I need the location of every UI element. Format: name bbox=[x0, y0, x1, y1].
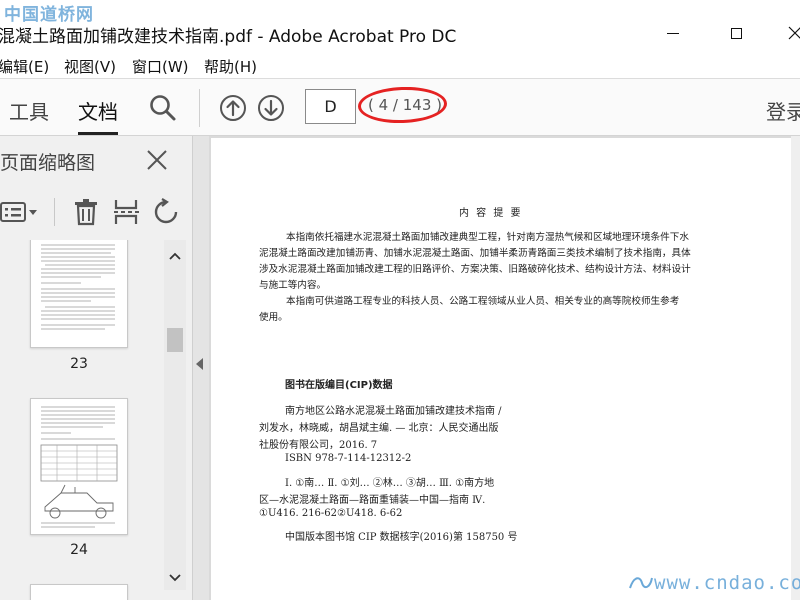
summary-line: 使用。 bbox=[259, 312, 288, 323]
thumbnails-panel: 页面缩略图 23 24 bbox=[0, 136, 193, 600]
page-thumbnail-next[interactable] bbox=[30, 584, 128, 600]
search-button[interactable] bbox=[148, 93, 178, 123]
rotate-page-button[interactable] bbox=[152, 198, 180, 226]
page-24-preview bbox=[40, 406, 118, 528]
watermark-bottom-text: www.cndao.com bbox=[654, 572, 800, 594]
summary-heading: 内 容 提 要 bbox=[459, 208, 523, 219]
watermark-logo-icon bbox=[629, 577, 653, 589]
minimize-button[interactable] bbox=[650, 18, 696, 48]
summary-line: 本指南依托福建水泥混凝土路面加铺改建典型工程，针对南方湿热气候和区域地理环境条件… bbox=[286, 232, 689, 243]
summary-line: 与施工等内容。 bbox=[259, 280, 327, 291]
cip-line: Ⅰ. ①南… Ⅱ. ①刘… ②林… ③胡… Ⅲ. ①南方地 bbox=[285, 478, 495, 489]
close-panel-button[interactable] bbox=[146, 149, 168, 171]
scroll-up-button[interactable] bbox=[164, 246, 186, 268]
arrow-up-circle-icon bbox=[220, 95, 246, 121]
page-thumbnail-23[interactable] bbox=[30, 240, 128, 348]
scroll-thumb[interactable] bbox=[167, 328, 183, 352]
cip-line: 区—水泥混凝土路面—路面重铺装—中国—指南 Ⅳ. bbox=[259, 495, 486, 506]
cip-line: 刘发水，林晓威，胡昌斌主编. — 北京：人民交通出版 bbox=[259, 423, 499, 434]
pdf-page: 内 容 提 要 本指南依托福建水泥混凝土路面加铺改建典型工程，针对南方湿热气候和… bbox=[211, 138, 791, 600]
thumbnail-page-label: 23 bbox=[70, 356, 88, 372]
toolbar-separator bbox=[199, 89, 200, 127]
document-viewer: 内 容 提 要 本指南依托福建水泥混凝土路面加铺改建典型工程，针对南方湿热气候和… bbox=[209, 136, 800, 600]
search-icon bbox=[150, 95, 176, 121]
maximize-icon bbox=[730, 27, 742, 39]
title-bar: 中国道桥网 混凝土路面加铺改建技术指南.pdf - Adobe Acrobat … bbox=[0, 0, 800, 52]
summary-line: 本指南可供道路工程专业的科技人员、公路工程领域从业人员、相关专业的高等院校师生参… bbox=[286, 296, 680, 307]
cip-line: 南方地区公路水泥混凝土路面加铺改建技术指南 / bbox=[285, 406, 502, 417]
rotate-icon bbox=[154, 198, 178, 224]
minimize-icon bbox=[667, 32, 679, 34]
page-number-input[interactable]: D bbox=[305, 89, 356, 124]
close-icon bbox=[788, 26, 800, 40]
tab-documents[interactable]: 文档 bbox=[78, 96, 118, 125]
cip-line: ISBN 978-7-114-12312-2 bbox=[285, 453, 412, 464]
close-icon bbox=[147, 150, 167, 170]
thumbnail-options-button[interactable] bbox=[0, 198, 40, 226]
tool-separator bbox=[54, 198, 55, 226]
options-menu-icon bbox=[0, 202, 37, 222]
thumbnail-page-label: 24 bbox=[70, 542, 88, 558]
thumbnail-scrollbar[interactable] bbox=[164, 240, 186, 590]
next-page-button[interactable] bbox=[257, 94, 285, 122]
summary-line: 涉及水泥混凝土路面加铺改建工程的旧路评价、方案决策、旧路破碎化技术、结构设计方法… bbox=[259, 264, 691, 275]
window-title: 混凝土路面加铺改建技术指南.pdf - Adobe Acrobat Pro DC bbox=[0, 27, 457, 47]
sign-in-link[interactable]: 登录 bbox=[766, 96, 800, 125]
menu-edit[interactable]: 编辑(E) bbox=[0, 56, 49, 77]
cip-line: 中国版本图书馆 CIP 数据核字(2016)第 158750 号 bbox=[285, 532, 518, 543]
summary-line: 泥混凝土路面改建加铺沥青、加铺水泥混凝土路面、加铺半柔沥青路面三类技术编制了技术… bbox=[259, 248, 691, 259]
menu-bar: 编辑(E) 视图(V) 窗口(W) 帮助(H) bbox=[0, 52, 800, 78]
menu-help[interactable]: 帮助(H) bbox=[204, 56, 257, 77]
main-toolbar: 工具 文档 D ( 4 / 143 ) 登录 bbox=[0, 78, 800, 136]
close-window-button[interactable] bbox=[772, 18, 800, 48]
previous-page-button[interactable] bbox=[219, 94, 247, 122]
document-scrollbar[interactable] bbox=[791, 136, 800, 600]
trash-icon bbox=[75, 199, 97, 226]
cip-heading: 图书在版编目(CIP)数据 bbox=[285, 380, 393, 391]
active-tab-indicator bbox=[78, 132, 118, 135]
maximize-button[interactable] bbox=[713, 18, 759, 48]
delete-page-button[interactable] bbox=[72, 198, 100, 226]
chevron-down-icon bbox=[169, 574, 181, 582]
page-count-label: ( 4 / 143 ) bbox=[367, 96, 442, 114]
cip-line: ①U416. 216-62②U418. 6-62 bbox=[259, 508, 403, 519]
tab-tools[interactable]: 工具 bbox=[9, 96, 49, 125]
scroll-down-button[interactable] bbox=[164, 566, 186, 588]
menu-window[interactable]: 窗口(W) bbox=[132, 56, 189, 77]
chevron-up-icon bbox=[169, 252, 181, 260]
page-thumbnail-24[interactable] bbox=[30, 398, 128, 535]
thumbnail-toolbar bbox=[0, 188, 193, 238]
page-23-preview bbox=[41, 244, 115, 330]
panel-collapse-strip bbox=[193, 136, 209, 600]
arrow-down-circle-icon bbox=[258, 95, 284, 121]
cip-line: 社股份有限公司，2016. 7 bbox=[259, 440, 378, 451]
extract-page-button[interactable] bbox=[112, 198, 140, 226]
page-split-icon bbox=[114, 200, 139, 224]
panel-title: 页面缩略图 bbox=[0, 152, 96, 174]
menu-view[interactable]: 视图(V) bbox=[64, 56, 116, 77]
collapse-panel-arrow-icon[interactable] bbox=[196, 358, 203, 370]
